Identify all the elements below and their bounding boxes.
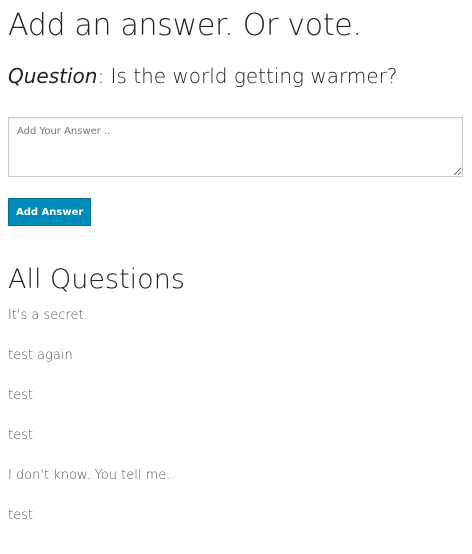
page-title: Add an answer. Or vote. <box>8 8 362 43</box>
questions-list: It's a secret. test again test test I do… <box>8 305 170 545</box>
list-item: I don't know. You tell me. <box>8 468 171 483</box>
question-heading: Question: Is the world getting warmer? <box>8 60 398 92</box>
answer-input[interactable] <box>8 117 463 177</box>
add-answer-button[interactable]: Add Answer <box>8 198 92 226</box>
question-prefix-label: Question <box>8 64 98 88</box>
list-item: It's a secret. <box>8 308 88 323</box>
list-item: test <box>8 428 33 443</box>
list-item: test <box>8 508 33 523</box>
question-text: : Is the world getting warmer? <box>97 64 398 88</box>
all-questions-heading: All Questions <box>8 264 185 295</box>
list-item: test <box>8 388 33 403</box>
list-item: test again <box>8 348 73 363</box>
